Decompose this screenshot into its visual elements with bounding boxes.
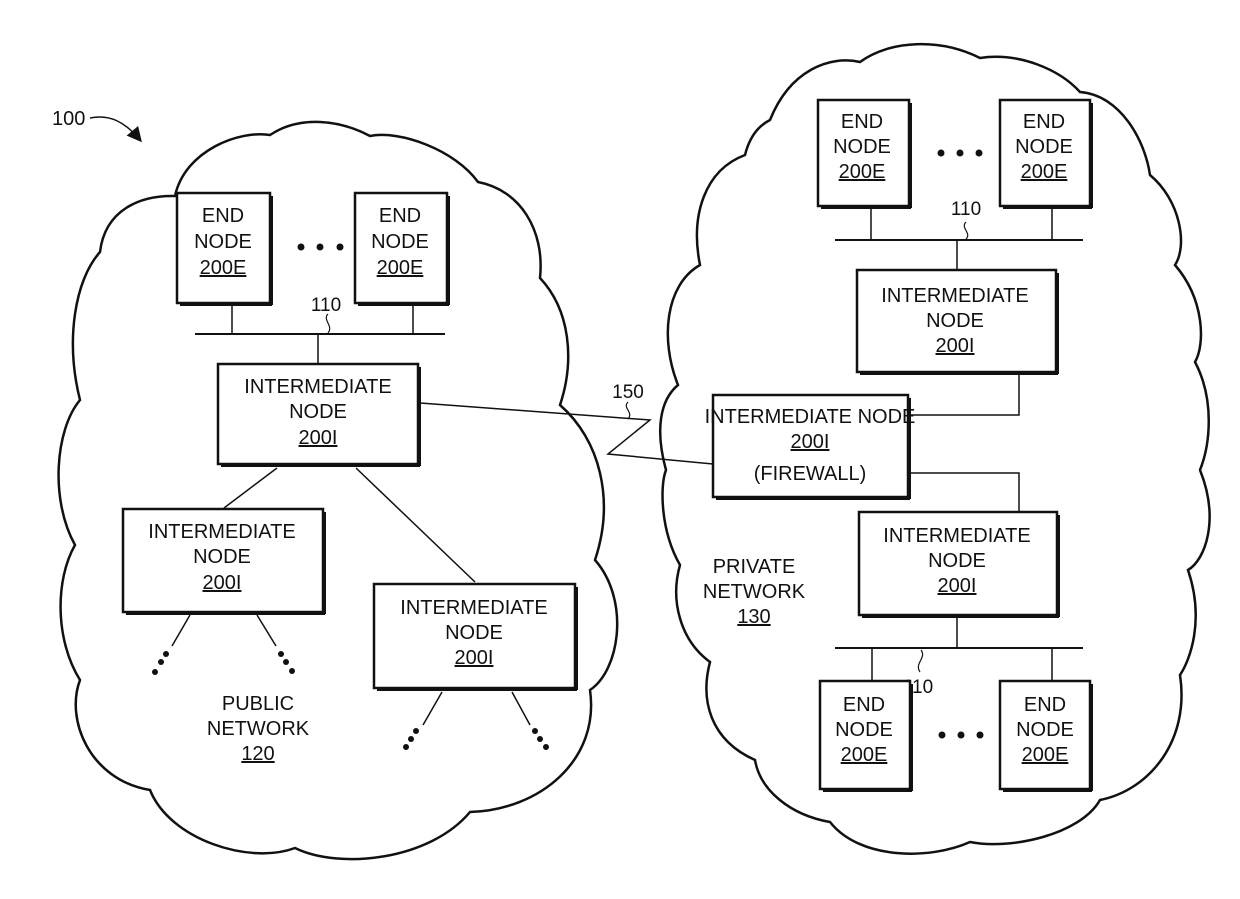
svg-text:NODE: NODE: [926, 310, 984, 332]
svg-text:END: END: [1024, 694, 1066, 716]
lan-ref-label: 110: [951, 199, 981, 220]
svg-text:NODE: NODE: [1016, 719, 1074, 741]
svg-text:INTERMEDIATE: INTERMEDIATE: [148, 521, 295, 543]
svg-text:NODE: NODE: [371, 231, 429, 253]
svg-text:NETWORK: NETWORK: [703, 581, 806, 603]
svg-text:NODE: NODE: [833, 136, 891, 158]
svg-text:PRIVATE: PRIVATE: [713, 556, 796, 578]
continuation-dots: [403, 691, 549, 750]
svg-text:200E: 200E: [839, 161, 886, 183]
private-intermediate-node-1: INTERMEDIATE NODE 200I: [855, 268, 1059, 375]
public-end-node-2: END NODE 200E: [353, 191, 450, 306]
public-intermediate-node-3: INTERMEDIATE NODE 200I: [372, 582, 578, 691]
svg-text:INTERMEDIATE: INTERMEDIATE: [400, 597, 547, 619]
svg-text:END: END: [843, 694, 885, 716]
svg-text:(FIREWALL): (FIREWALL): [754, 463, 867, 485]
svg-text:200E: 200E: [841, 744, 888, 766]
svg-text:200I: 200I: [299, 427, 338, 449]
link-ref-label: 150: [612, 382, 644, 403]
ellipsis-dots: [938, 731, 984, 739]
svg-text:NODE: NODE: [194, 231, 252, 253]
svg-text:PUBLIC: PUBLIC: [222, 693, 294, 715]
svg-text:INTERMEDIATE: INTERMEDIATE: [244, 376, 391, 398]
svg-text:200I: 200I: [455, 647, 494, 669]
private-intermediate-node-2: INTERMEDIATE NODE 200I: [857, 510, 1060, 618]
svg-text:200I: 200I: [936, 335, 975, 357]
ellipsis-dots: [937, 149, 983, 157]
svg-text:NODE: NODE: [289, 401, 347, 423]
svg-text:NODE: NODE: [835, 719, 893, 741]
svg-text:200E: 200E: [200, 257, 247, 279]
private-network-label: PRIVATE NETWORK 130: [703, 556, 806, 628]
link-line: [355, 467, 476, 583]
svg-text:END: END: [1023, 111, 1065, 133]
figure-ref-arrow: [89, 116, 142, 143]
svg-text:200I: 200I: [203, 572, 242, 594]
private-firewall-node: INTERMEDIATE NODE 200I (FIREWALL): [705, 393, 916, 500]
svg-text:200I: 200I: [938, 575, 977, 597]
svg-text:INTERMEDIATE: INTERMEDIATE: [883, 525, 1030, 547]
public-intermediate-node-1: INTERMEDIATE NODE 200I: [216, 362, 421, 467]
svg-text:200E: 200E: [1022, 744, 1069, 766]
figure-ref-label: 100: [52, 108, 85, 130]
private-end-node-2: END NODE 200E: [998, 98, 1093, 209]
link-line: [910, 472, 1020, 512]
link-line: [223, 467, 278, 509]
link-line: [910, 375, 1020, 416]
public-intermediate-node-2: INTERMEDIATE NODE 200I: [121, 507, 326, 615]
svg-text:200I: 200I: [791, 431, 830, 453]
ellipsis-dots: [297, 243, 344, 251]
private-end-node-1: END NODE 200E: [816, 98, 912, 209]
svg-text:200E: 200E: [1021, 161, 1068, 183]
svg-text:END: END: [841, 111, 883, 133]
svg-text:INTERMEDIATE NODE: INTERMEDIATE NODE: [705, 406, 916, 428]
svg-text:INTERMEDIATE: INTERMEDIATE: [881, 285, 1028, 307]
svg-text:130: 130: [737, 606, 770, 628]
public-network-label: PUBLIC NETWORK 120: [207, 693, 310, 765]
private-lan-bus-top: 110: [835, 199, 1083, 270]
svg-text:NODE: NODE: [445, 622, 503, 644]
continuation-dots: [152, 614, 295, 675]
svg-text:END: END: [202, 205, 244, 227]
svg-text:NODE: NODE: [928, 550, 986, 572]
svg-text:120: 120: [241, 743, 274, 765]
svg-text:NETWORK: NETWORK: [207, 718, 310, 740]
svg-text:NODE: NODE: [1015, 136, 1073, 158]
lan-ref-label: 110: [311, 295, 341, 316]
svg-text:NODE: NODE: [193, 546, 251, 568]
public-end-node-1: END NODE 200E: [175, 191, 273, 306]
svg-text:END: END: [379, 205, 421, 227]
private-end-node-3: END NODE 200E: [818, 679, 913, 792]
public-network-cloud: [57, 120, 619, 861]
svg-text:200E: 200E: [377, 257, 424, 279]
network-diagram: 100 END NODE 200E END NODE 200E 110 INTE…: [52, 43, 1211, 861]
private-end-node-4: END NODE 200E: [998, 679, 1093, 792]
